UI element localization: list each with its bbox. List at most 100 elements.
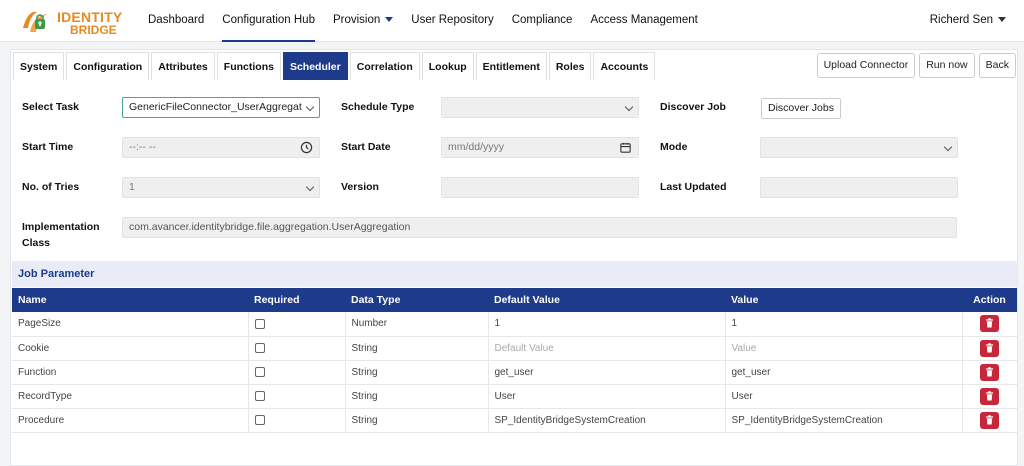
action-cell [962, 336, 1017, 361]
chevron-down-icon [624, 102, 634, 112]
param-data-type: Number [345, 312, 489, 337]
required-cell [248, 408, 346, 433]
param-default-value[interactable]: User [488, 384, 726, 409]
start-time-placeholder: --:-- -- [129, 141, 156, 153]
implementation-class-field[interactable]: com.avancer.identitybridge.file.aggregat… [122, 217, 957, 238]
version-field[interactable] [441, 177, 639, 198]
column-header-action: Action [962, 288, 1017, 312]
param-name: Cookie [12, 336, 249, 361]
param-data-type: String [345, 360, 489, 385]
tab-lookup[interactable]: Lookup [421, 52, 474, 80]
param-value[interactable]: 1 [725, 312, 963, 337]
required-checkbox[interactable] [254, 342, 265, 353]
tab-roles[interactable]: Roles [548, 52, 592, 80]
logo-icon [23, 11, 47, 32]
calendar-icon [620, 142, 631, 153]
user-name: Richerd Sen [929, 14, 993, 26]
trash-icon [986, 318, 994, 328]
delete-button[interactable] [980, 363, 1000, 381]
required-checkbox[interactable] [254, 318, 265, 329]
action-cell [962, 360, 1017, 385]
delete-button[interactable] [980, 387, 1000, 405]
action-cell [962, 384, 1017, 409]
logo[interactable]: IDENTITY BRIDGE [20, 6, 130, 38]
tab-scheduler[interactable]: Scheduler [282, 52, 348, 80]
param-default-value[interactable]: 1 [488, 312, 726, 337]
tries-dropdown[interactable]: 1 [122, 177, 320, 198]
param-value[interactable]: Value [725, 336, 963, 361]
delete-button[interactable] [980, 411, 1000, 429]
caret-down-icon [385, 17, 394, 23]
nav-access-management[interactable]: Access Management [590, 0, 697, 42]
tab-attributes[interactable]: Attributes [151, 52, 215, 80]
last-updated-field[interactable] [760, 177, 958, 198]
param-data-type: String [345, 408, 489, 433]
implementation-class-label-line2: Class [22, 237, 51, 249]
param-value[interactable]: User [725, 384, 963, 409]
job-parameter-header: Job Parameter [12, 261, 1017, 287]
caret-down-icon [998, 17, 1006, 23]
tab-correlation[interactable]: Correlation [349, 52, 420, 80]
connector-card: System Configuration Attributes Function… [10, 49, 1018, 466]
chevron-down-icon [305, 102, 315, 112]
start-date-input[interactable]: mm/dd/yyyy [441, 137, 639, 158]
brand-subname: BRIDGE [70, 23, 117, 37]
nav-configuration-hub[interactable]: Configuration Hub [222, 0, 315, 42]
start-date-placeholder: mm/dd/yyyy [448, 141, 505, 153]
required-checkbox[interactable] [254, 390, 265, 401]
param-value[interactable]: SP_IdentityBridgeSystemCreation [725, 408, 963, 433]
tries-label: No. of Tries [22, 181, 80, 193]
schedule-type-dropdown[interactable] [441, 97, 639, 118]
action-cell [962, 312, 1017, 337]
start-date-label: Start Date [341, 141, 391, 153]
tab-accounts[interactable]: Accounts [593, 52, 656, 80]
table-row: Cookie String Default Value Value [12, 336, 1017, 361]
param-default-value[interactable]: SP_IdentityBridgeSystemCreation [488, 408, 726, 433]
required-cell [248, 336, 346, 361]
start-time-input[interactable]: --:-- -- [122, 137, 320, 158]
nav-dashboard[interactable]: Dashboard [148, 0, 204, 42]
param-default-value[interactable]: get_user [488, 360, 726, 385]
trash-icon [986, 342, 994, 352]
user-menu[interactable]: Richerd Sen [930, 0, 1006, 42]
required-cell [248, 360, 346, 385]
nav-user-repository[interactable]: User Repository [411, 0, 493, 42]
delete-button[interactable] [980, 339, 1000, 357]
back-button[interactable]: Back [978, 53, 1016, 78]
connector-tabs: System Configuration Attributes Function… [13, 52, 657, 80]
job-parameter-table: Name Required Data Type Default Value Va… [12, 288, 1017, 433]
nav-provision[interactable]: Provision [332, 0, 394, 42]
required-checkbox[interactable] [254, 414, 265, 425]
tab-entitlement[interactable]: Entitlement [475, 52, 547, 80]
discover-jobs-button[interactable]: Discover Jobs [761, 98, 841, 119]
table-row: PageSize Number 1 1 [12, 312, 1017, 337]
top-navbar: IDENTITY BRIDGE Dashboard Configuration … [0, 0, 1024, 42]
upload-connector-button[interactable]: Upload Connector [816, 53, 916, 78]
mode-label: Mode [660, 141, 688, 153]
nav-provision-label: Provision [332, 14, 381, 26]
run-now-button[interactable]: Run now [919, 53, 975, 78]
start-time-label: Start Time [22, 141, 74, 153]
select-task-label: Select Task [22, 101, 80, 113]
param-default-value[interactable]: Default Value [488, 336, 726, 361]
nav-compliance[interactable]: Compliance [512, 0, 573, 42]
table-header-row: Name Required Data Type Default Value Va… [12, 288, 1017, 312]
param-name: Procedure [12, 408, 249, 433]
trash-icon [986, 366, 994, 376]
delete-button[interactable] [980, 315, 1000, 333]
param-value[interactable]: get_user [725, 360, 963, 385]
schedule-type-label: Schedule Type [341, 101, 415, 113]
discover-job-label: Discover Job [660, 101, 726, 113]
trash-icon [986, 390, 994, 400]
clock-icon [300, 141, 313, 154]
tab-configuration[interactable]: Configuration [66, 52, 150, 80]
required-checkbox[interactable] [254, 366, 265, 377]
select-task-dropdown[interactable]: GenericFileConnector_UserAggregat [122, 97, 320, 118]
mode-dropdown[interactable] [760, 137, 958, 158]
implementation-class-label: Implementation Class [22, 220, 100, 250]
table-row: Procedure String SP_IdentityBridgeSystem… [12, 408, 1017, 433]
tab-functions[interactable]: Functions [216, 52, 281, 80]
chevron-down-icon [305, 182, 315, 192]
implementation-class-label-line1: Implementation [22, 221, 100, 233]
tab-system[interactable]: System [13, 52, 65, 80]
